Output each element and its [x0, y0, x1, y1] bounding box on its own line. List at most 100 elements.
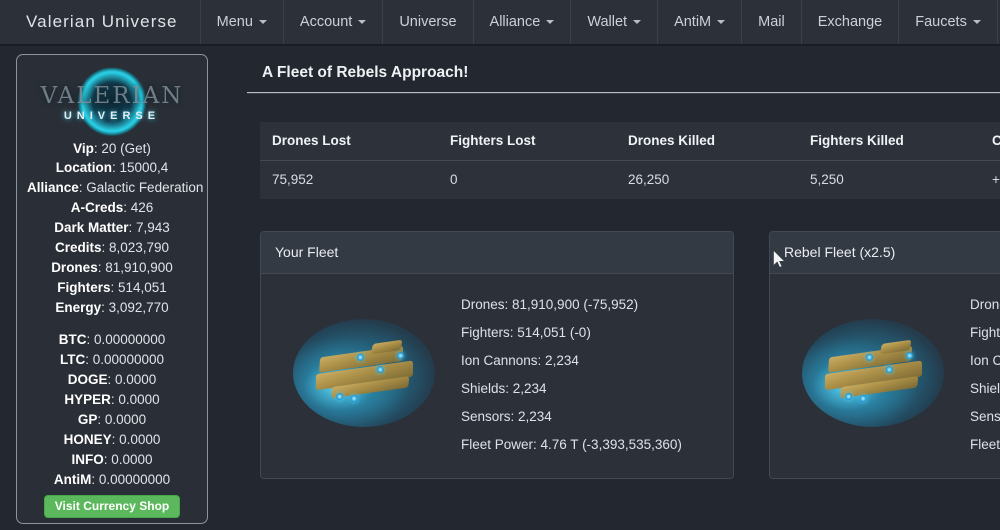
nav-item-faucets[interactable]: Faucets: [899, 0, 998, 44]
page-body: VALERIAN UNIVERSE Vip: 20 (Get)Location:…: [0, 46, 1000, 530]
cell-3: 5,250: [798, 161, 980, 200]
stat-dark-matter: Dark Matter: 7,943: [27, 219, 197, 239]
stat-value: 0.00000000: [99, 472, 170, 487]
nav-item-wallet[interactable]: Wallet: [571, 0, 658, 44]
cell-1: 0: [438, 161, 616, 200]
fleet-ship-icon: [293, 315, 443, 433]
col-header-0: Drones Lost: [260, 122, 438, 161]
stat-value: 0.0000: [119, 432, 160, 447]
stat-antim: AntiM: 0.00000000: [27, 470, 197, 490]
main-content: A Fleet of Rebels Approach! Drones LostF…: [222, 46, 1000, 530]
fleet-stat-line: Ion Cannons: 2,234: [461, 346, 719, 374]
stats-spacer: [27, 318, 197, 331]
stat-label: Energy: [55, 300, 101, 315]
chevron-down-icon: [633, 20, 641, 24]
stat-label: INFO: [71, 452, 103, 467]
stat-value: 8,023,790: [109, 240, 169, 255]
table-header-row: Drones LostFighters LostDrones KilledFig…: [260, 122, 1000, 161]
nav-item-universe[interactable]: Universe: [383, 0, 473, 44]
fleet-card-1: Rebel Fleet (x2.5)Drones: 26Fighters : 5…: [769, 231, 1000, 479]
fleet-card-title: Your Fleet: [261, 232, 733, 274]
nav-item-label: Account: [300, 14, 352, 30]
chevron-down-icon: [973, 20, 981, 24]
stat-label: Vip: [73, 141, 94, 156]
nav-item-label: Exchange: [818, 14, 883, 30]
fleet-card-0: Your Fleet Drones: 81,910,900 (-75,952)Fi…: [260, 231, 734, 479]
logo-text: VALERIAN UNIVERSE: [41, 85, 184, 122]
nav-item-label: Mail: [758, 14, 785, 30]
fleet-card-body: Drones: 81,910,900 (-75,952)Fighters: 51…: [261, 274, 733, 478]
chevron-down-icon: [259, 20, 267, 24]
stat-value: Galactic Federation: [86, 180, 203, 195]
fleet-stat-line: Sensors: 2,234: [461, 402, 719, 430]
nav-item-alliance[interactable]: Alliance: [474, 0, 572, 44]
stat-energy: Energy: 3,092,770: [27, 298, 197, 318]
chevron-down-icon: [717, 20, 725, 24]
nav-item-mail[interactable]: Mail: [742, 0, 802, 44]
stat-label: DOGE: [68, 372, 108, 387]
nav-item-label: Alliance: [490, 14, 541, 30]
chevron-down-icon: [358, 20, 366, 24]
fleet-stat-line: Ion Cannon: [970, 346, 1000, 374]
visit-currency-shop-button[interactable]: Visit Currency Shop: [44, 495, 180, 518]
cell-2: 26,250: [616, 161, 798, 200]
stat-vip: Vip: 20 (Get): [27, 139, 197, 159]
battle-table-head: Drones LostFighters LostDrones KilledFig…: [260, 122, 1000, 161]
stat-value: 0.0000: [111, 452, 152, 467]
nav-item-label: AntiM: [674, 14, 711, 30]
nav-item-label: Universe: [399, 14, 456, 30]
nav-item-menu[interactable]: Menu: [201, 0, 284, 44]
sidebar-panel: VALERIAN UNIVERSE Vip: 20 (Get)Location:…: [16, 54, 208, 524]
stat-label: Dark Matter: [54, 220, 128, 235]
stat-fighters: Fighters: 514,051: [27, 278, 197, 298]
stat-value: 3,092,770: [109, 300, 169, 315]
col-header-4: C: [980, 122, 1000, 161]
stat-label: GP: [78, 412, 98, 427]
fleet-ship-icon: [802, 315, 952, 433]
fleet-stat-list: Drones: 81,910,900 (-75,952)Fighters: 51…: [461, 290, 719, 458]
stat-label: HYPER: [64, 392, 111, 407]
nav-item-exchange[interactable]: Exchange: [802, 0, 900, 44]
stat-value: 0.0000: [118, 392, 159, 407]
nav-item-label: Faucets: [915, 14, 967, 30]
top-navbar: Valerian Universe Menu Account Universe All…: [0, 0, 1000, 46]
stat-label: Credits: [55, 240, 102, 255]
stat-value: 0.00000000: [93, 352, 164, 367]
col-header-3: Fighters Killed: [798, 122, 980, 161]
stat-a-creds: A-Creds: 426: [27, 199, 197, 219]
nav-item-label: Menu: [217, 14, 253, 30]
fleet-stat-line: Drones: 26: [970, 290, 1000, 318]
cell-0: 75,952: [260, 161, 438, 200]
stat-doge: DOGE: 0.0000: [27, 371, 197, 391]
stat-honey: HONEY: 0.0000: [27, 430, 197, 450]
stat-location: Location: 15000,4: [27, 159, 197, 179]
fleet-panels: Your FleetDrones: 81,910,900 (-75,952)Fi…: [260, 231, 1000, 479]
stat-value: 15000,4: [119, 160, 168, 175]
fleet-stat-line: Fighters : 5: [970, 318, 1000, 346]
stat-value: 20 (Get): [101, 141, 151, 156]
fleet-stat-line: Drones: 81,910,900 (-75,952): [461, 290, 719, 318]
stat-value: 0.0000: [105, 412, 146, 427]
game-logo: VALERIAN UNIVERSE: [27, 67, 197, 139]
logo-line-1: VALERIAN: [41, 85, 184, 108]
nav-item-label: Wallet: [587, 14, 627, 30]
stat-value: 426: [131, 200, 154, 215]
stat-value: 81,910,900: [105, 260, 173, 275]
nav-items: Menu Account Universe Alliance Wallet AntiM Ma…: [201, 0, 1000, 44]
fleet-stat-line: Fleet Powe: [970, 430, 1000, 458]
brand-link[interactable]: Valerian Universe: [0, 0, 201, 44]
battle-table-body: 75,952026,2505,250+: [260, 161, 1000, 200]
nav-item-antim[interactable]: AntiM: [658, 0, 742, 44]
fleet-stat-list: Drones: 26Fighters : 5Ion CannonShields:…: [970, 290, 1000, 458]
stat-info: INFO: 0.0000: [27, 450, 197, 470]
currency-balances: BTC: 0.00000000LTC: 0.00000000DOGE: 0.00…: [27, 331, 197, 490]
stat-label: A-Creds: [71, 200, 124, 215]
logo-line-2: UNIVERSE: [41, 111, 184, 122]
stat-label: Location: [56, 160, 112, 175]
stat-credits: Credits: 8,023,790: [27, 238, 197, 258]
stat-label: BTC: [59, 332, 87, 347]
table-row: 75,952026,2505,250+: [260, 161, 1000, 200]
nav-item-account[interactable]: Account: [284, 0, 383, 44]
fleet-stat-line: Shields: 1,: [970, 374, 1000, 402]
title-divider: [247, 92, 1000, 94]
